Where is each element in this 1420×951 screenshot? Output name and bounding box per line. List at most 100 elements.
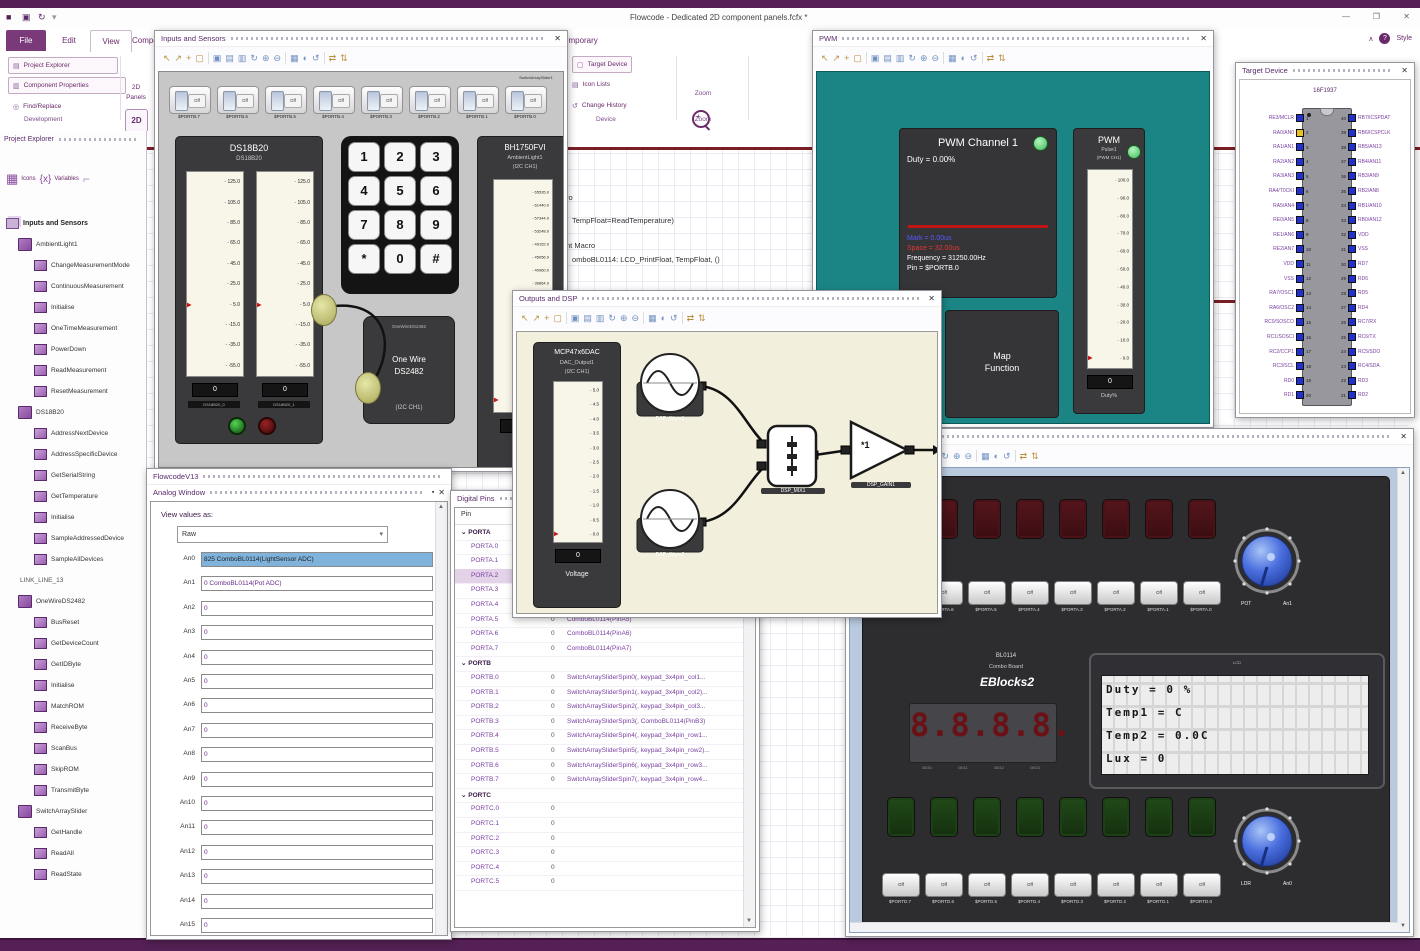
- save-icon[interactable]: ▣: [22, 12, 31, 23]
- dsp-mix-component[interactable]: DSP_MIX1: [761, 424, 825, 500]
- toolbar-icon-flip-vertical[interactable]: ⇅: [698, 313, 706, 323]
- toolbar-icon-rotate[interactable]: ↻: [250, 53, 258, 63]
- board-switch-portd-5[interactable]: Off: [968, 873, 1006, 897]
- port-switch-portb-3[interactable]: Off: [361, 86, 403, 114]
- toolbar-icon-zoom-out[interactable]: ⊖: [632, 313, 640, 323]
- bus-connector-2[interactable]: [355, 372, 381, 404]
- scroll-down-icon[interactable]: ▼: [744, 916, 754, 927]
- target-window-titlebar[interactable]: Target Device ✕: [1236, 63, 1414, 78]
- toolbar-icon-paste[interactable]: ▤: [583, 313, 592, 323]
- digital-row-portb-7[interactable]: PORTB.7 0 SwitchArraySliderSpin7(, keypad_…: [455, 773, 755, 789]
- tab-file[interactable]: File: [6, 30, 46, 51]
- toolbar-icon-flip-vertical[interactable]: ⇅: [998, 53, 1006, 63]
- style-menu[interactable]: Style: [1396, 35, 1412, 42]
- restore-button[interactable]: ❐: [1373, 12, 1380, 21]
- analog-value-field[interactable]: 0: [201, 918, 433, 933]
- tab-temporary[interactable]: Temporary: [560, 30, 630, 51]
- board-switch-porta-2[interactable]: Off: [1097, 581, 1135, 605]
- inputs-window-titlebar[interactable]: Inputs and Sensors ✕: [155, 31, 567, 46]
- port-switch-portb-0[interactable]: Off: [505, 86, 547, 114]
- analog-value-field[interactable]: 0: [201, 722, 433, 738]
- digital-row-portb-6[interactable]: PORTB.6 0 SwitchArraySliderSpin6(, keypad_…: [455, 759, 755, 775]
- variables-button[interactable]: {x} Variables: [40, 174, 79, 185]
- toolbar-icon-add[interactable]: +: [186, 53, 191, 63]
- minimize-button[interactable]: —: [1342, 12, 1350, 21]
- port-switch-portb-6[interactable]: Off: [217, 86, 259, 114]
- keypad-key-8[interactable]: 8: [384, 210, 416, 240]
- toolbar-icon-flip-vertical[interactable]: ⇅: [340, 53, 348, 63]
- board-switch-porta-4[interactable]: Off: [1011, 581, 1049, 605]
- inputs-panel-canvas[interactable]: SwitchArraySlider1 Off $PORTB.7 Off $PORTB.…: [158, 71, 564, 468]
- toolbar-icon-frame[interactable]: ▢: [553, 313, 562, 323]
- toolbar-icon-flip-horizontal[interactable]: ⇄: [329, 53, 337, 63]
- map-function-block[interactable]: Map Function: [945, 310, 1059, 418]
- toolbar-icon-undo-view[interactable]: ↺: [670, 313, 678, 323]
- toolbar-icon-cursor-pan[interactable]: ↗: [833, 53, 841, 63]
- toolbar-icon-cursor-select[interactable]: ↖: [821, 53, 829, 63]
- quick-access-menu-icon[interactable]: ▾: [52, 12, 57, 23]
- toolbar-icon-copy[interactable]: ▣: [571, 313, 580, 323]
- tree-item-readall[interactable]: ReadAll: [2, 843, 146, 864]
- tree-item-onetimemeasurement[interactable]: OneTimeMeasurement: [2, 318, 146, 339]
- eblocks-hscrollbar[interactable]: [850, 922, 1398, 932]
- toolbar-icon-duplicate[interactable]: ▥: [896, 53, 905, 63]
- tree-item-addressspecificdevice[interactable]: AddressSpecificDevice: [2, 444, 146, 465]
- digital-row-portc-5[interactable]: PORTC.5 0: [455, 875, 755, 891]
- toolbar-icon-orbit[interactable]: ◐: [961, 53, 966, 63]
- digital-row-portb-0[interactable]: PORTB.0 0 SwitchArraySliderSpin0(, keypad_…: [455, 671, 755, 687]
- analog-value-field[interactable]: 0: [201, 796, 433, 811]
- keypad-key-3[interactable]: 3: [420, 142, 452, 172]
- scroll-up-icon[interactable]: ▲: [436, 502, 446, 513]
- pwm-duty-slider[interactable]: 100.0 90.0 80.0 70.0 60.0 50.0 40.0 30.0 20.0 10.…: [1087, 169, 1133, 369]
- tree-item-gethandle[interactable]: GetHandle: [2, 822, 146, 843]
- toolbar-icon-cursor-select[interactable]: ↖: [521, 313, 529, 323]
- toolbar-icon-zoom-in[interactable]: ⊕: [262, 53, 270, 63]
- tree-item-matchrom[interactable]: MatchROM: [2, 696, 146, 717]
- keypad-key-2[interactable]: 2: [384, 142, 416, 172]
- toolbar-icon-rotate[interactable]: ↻: [608, 313, 616, 323]
- tree-item-initialise[interactable]: Initialise: [2, 507, 146, 528]
- pot-knob[interactable]: [1233, 527, 1301, 595]
- toolbar-icon-zoom-in[interactable]: ⊕: [920, 53, 928, 63]
- pin-icon[interactable]: ▪: [432, 489, 434, 496]
- port-switch-portb-4[interactable]: Off: [313, 86, 355, 114]
- tree-item-continuousmeasurement[interactable]: ContinuousMeasurement: [2, 276, 146, 297]
- toolbar-icon-orbit[interactable]: ◐: [994, 451, 999, 461]
- outputs-panel-canvas[interactable]: MCP47x6DAC DAC_Output1 (I2C CH1) 5.0 4.5 4…: [516, 331, 938, 614]
- keypad-key-6[interactable]: 6: [420, 176, 452, 206]
- digital-row-portc-3[interactable]: PORTC.3 0: [455, 846, 755, 862]
- toolbar-icon-rotate[interactable]: ↻: [941, 451, 949, 461]
- tree-item-sampleaddresseddevice[interactable]: SampleAddressedDevice: [2, 528, 146, 549]
- toolbar-icon-grid[interactable]: ▦: [948, 53, 957, 63]
- app-icon[interactable]: ■: [6, 12, 11, 22]
- analog-value-field[interactable]: 825 ComboBL0114(LightSensor ADC): [201, 552, 433, 567]
- macros-icon[interactable]: ⌐: [83, 172, 90, 186]
- tree-item-onewireds2482[interactable]: OneWireDS2482: [2, 591, 146, 612]
- keypad-key-[interactable]: *: [348, 244, 380, 274]
- analog-value-field[interactable]: 0 ComboBL0114(Pot ADC): [201, 576, 433, 592]
- keypad-key-0[interactable]: 0: [384, 244, 416, 274]
- component-properties-button[interactable]: ▥ Component Properties: [8, 77, 126, 94]
- keypad-key-4[interactable]: 4: [348, 176, 380, 206]
- keypad-key-7[interactable]: 7: [348, 210, 380, 240]
- project-explorer-button[interactable]: ▤ Project Explorer: [8, 57, 118, 74]
- toolbar-icon-grid[interactable]: ▦: [981, 451, 990, 461]
- port-switch-portb-7[interactable]: Off: [169, 86, 211, 114]
- toolbar-icon-add[interactable]: +: [844, 53, 849, 63]
- board-switch-portd-6[interactable]: Off: [925, 873, 963, 897]
- tree-item-link-line-13[interactable]: LINK_LINE_13: [2, 570, 146, 591]
- digital-row-porta-6[interactable]: PORTA.6 0 ComboBL0114(PinA6): [455, 627, 755, 643]
- find-replace-button[interactable]: ◎ Find/Replace: [8, 98, 118, 115]
- analog-value-field[interactable]: 0: [201, 869, 433, 885]
- toolbar-icon-cursor-pan[interactable]: ↗: [533, 313, 541, 323]
- keypad-key-9[interactable]: 9: [420, 210, 452, 240]
- toolbar-icon-zoom-out[interactable]: ⊖: [965, 451, 973, 461]
- board-switch-portd-4[interactable]: Off: [1011, 873, 1049, 897]
- tree-item-getserialstring[interactable]: GetSerialString: [2, 465, 146, 486]
- keypad-key-1[interactable]: 1: [348, 142, 380, 172]
- ds18b20-slider-1[interactable]: 125.0 105.0 85.0 65.0 45.0 25.0 5.0 -15.0 -35.0 -…: [186, 171, 244, 377]
- tree-item-busreset[interactable]: BusReset: [2, 612, 146, 633]
- tree-item-changemeasurementmode[interactable]: ChangeMeasurementMode: [2, 255, 146, 276]
- toolbar-icon-undo-view[interactable]: ↺: [312, 53, 320, 63]
- scroll-down-icon[interactable]: ▼: [1398, 921, 1408, 932]
